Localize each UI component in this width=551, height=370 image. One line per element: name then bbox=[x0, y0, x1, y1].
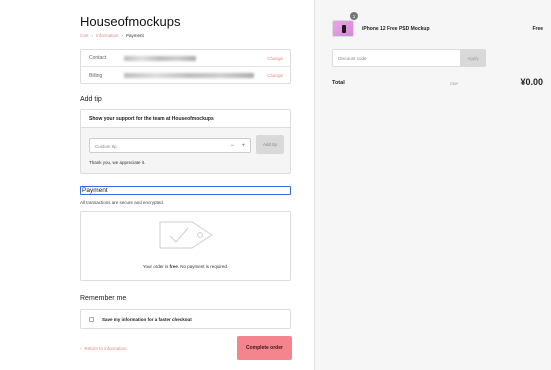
discount-code-input[interactable]: Discount code bbox=[332, 49, 470, 67]
product-name: iPhone 12 Free PSD Mockup bbox=[362, 26, 430, 32]
tip-decrement-button[interactable]: − bbox=[230, 143, 234, 149]
remember-box[interactable]: Save my information for a faster checkou… bbox=[80, 309, 291, 329]
breadcrumb-separator: › bbox=[121, 33, 124, 38]
apply-discount-button[interactable]: Apply bbox=[460, 49, 486, 67]
return-to-information-link[interactable]: ‹ Return to information bbox=[80, 346, 127, 351]
contact-value-redacted bbox=[124, 55, 196, 61]
free-word: free bbox=[169, 264, 178, 269]
complete-order-button[interactable]: Complete order bbox=[237, 336, 292, 360]
review-box: Contact Change Billing Change bbox=[80, 49, 291, 84]
total-amount: ¥0.00 bbox=[520, 77, 543, 87]
remember-heading: Remember me bbox=[80, 295, 127, 302]
free-suffix: . No payment is required. bbox=[177, 264, 229, 269]
return-label: Return to information bbox=[84, 346, 127, 351]
custom-tip-placeholder: Custom tip bbox=[95, 144, 117, 149]
breadcrumb-cart[interactable]: Cart bbox=[80, 33, 89, 38]
custom-tip-input[interactable]: Custom tip − + bbox=[89, 138, 251, 153]
secure-text: All transactions are secure and encrypte… bbox=[80, 200, 165, 205]
tip-thanks-text: Thank you, we appreciate it. bbox=[89, 160, 146, 165]
free-tag-icon bbox=[159, 221, 213, 249]
free-prefix: Your order is bbox=[142, 264, 170, 269]
payment-box: Your order is free. No payment is requir… bbox=[80, 211, 291, 281]
breadcrumb-separator: › bbox=[91, 33, 94, 38]
product-thumbnail bbox=[332, 20, 354, 37]
phone-icon bbox=[342, 25, 346, 33]
contact-row: Contact Change bbox=[81, 50, 290, 67]
billing-change-link[interactable]: Change bbox=[267, 73, 283, 78]
checkout-main: Houseofmockups Cart › Information › Paym… bbox=[0, 0, 314, 370]
remember-checkbox[interactable] bbox=[89, 316, 94, 322]
breadcrumb-information[interactable]: Information bbox=[96, 33, 119, 38]
remember-label: Save my information for a faster checkou… bbox=[102, 316, 192, 322]
store-title[interactable]: Houseofmockups bbox=[80, 14, 180, 29]
tip-heading: Add tip bbox=[80, 96, 102, 103]
total-currency: CNY bbox=[450, 81, 459, 86]
contact-change-link[interactable]: Change bbox=[267, 56, 283, 61]
breadcrumb-payment: Payment bbox=[126, 33, 144, 38]
order-summary: 1 iPhone 12 Free PSD Mockup Free Discoun… bbox=[314, 0, 551, 370]
billing-row: Billing Change bbox=[81, 67, 290, 84]
product-price: Free bbox=[532, 26, 543, 32]
contact-label: Contact bbox=[89, 55, 107, 61]
tip-increment-button[interactable]: + bbox=[241, 143, 245, 149]
payment-heading: Payment bbox=[80, 186, 291, 195]
quantity-badge: 1 bbox=[350, 12, 358, 20]
tip-subheading: Show your support for the team at Houseo… bbox=[81, 110, 290, 128]
free-order-text: Your order is free. No payment is requir… bbox=[81, 264, 290, 269]
add-tip-button[interactable]: Add tip bbox=[256, 135, 284, 154]
breadcrumb: Cart › Information › Payment bbox=[80, 33, 144, 38]
total-label: Total bbox=[332, 80, 345, 86]
billing-label: Billing bbox=[89, 72, 103, 79]
billing-value-redacted bbox=[124, 73, 254, 78]
chevron-left-icon: ‹ bbox=[80, 346, 82, 351]
